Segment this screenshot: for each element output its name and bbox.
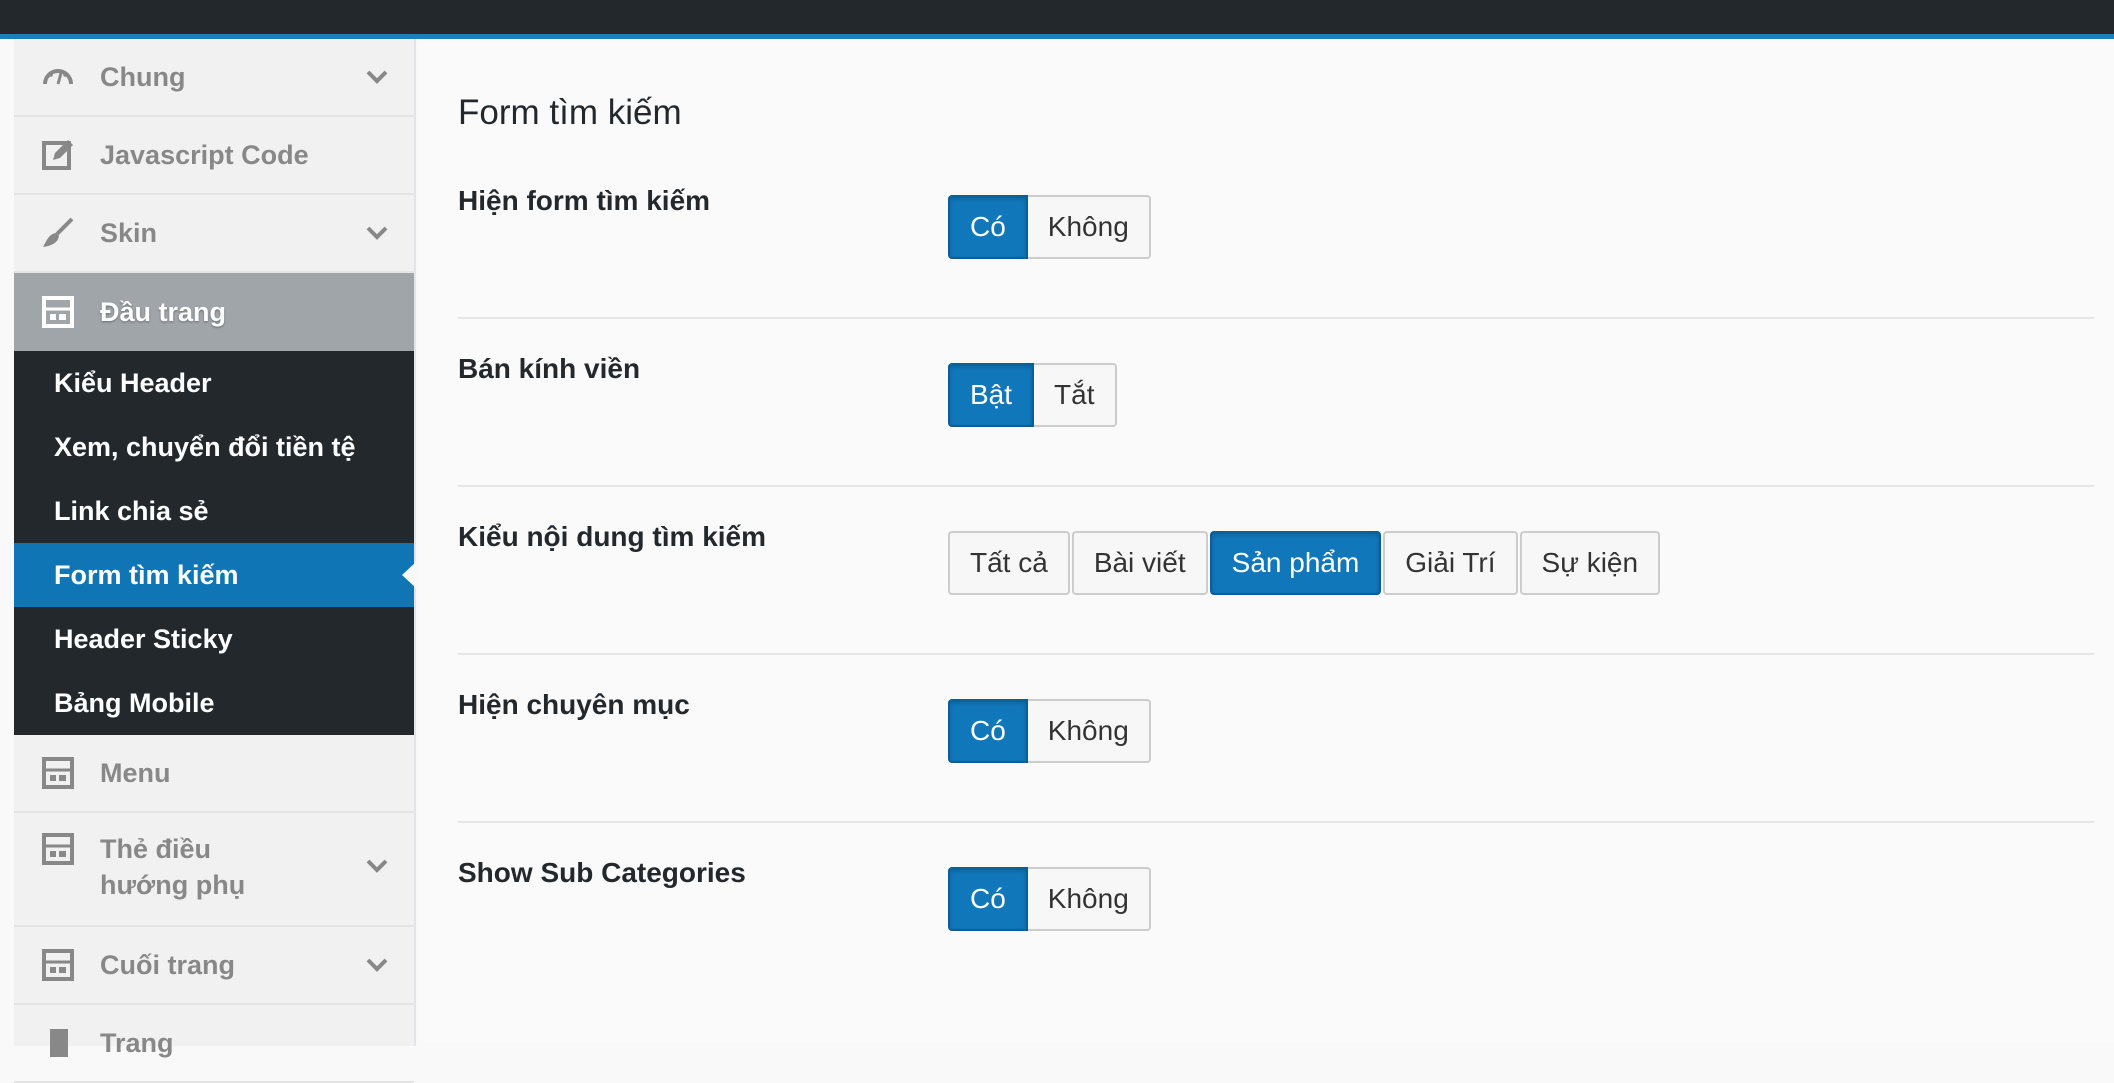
submenu-item-mobile-panel[interactable]: Bảng Mobile <box>14 671 414 735</box>
chevron-down-icon[interactable] <box>362 218 392 248</box>
sidebar-item-label: Chung <box>100 62 186 92</box>
layout-icon <box>40 294 76 330</box>
option-button-khong[interactable]: Không <box>1027 195 1151 259</box>
option-button-tat[interactable]: Tắt <box>1034 363 1117 427</box>
setting-label: Show Sub Categories <box>458 857 746 888</box>
option-button-co[interactable]: Có <box>948 699 1028 763</box>
submenu-item-kieu-header[interactable]: Kiểu Header <box>14 351 414 415</box>
sidebar: Chung Javascript Code Skin Đầu trang Kiể… <box>14 39 416 1083</box>
setting-row-border-radius: Bán kính viền Bật Tắt <box>458 319 2094 487</box>
sidebar-item-label: Thẻ điều hướng phụ <box>100 834 246 900</box>
sidebar-submenu: Kiểu Header Xem, chuyển đổi tiền tệ Link… <box>14 351 416 735</box>
sidebar-item-skin[interactable]: Skin <box>14 195 414 273</box>
admin-top-bar <box>0 0 2114 34</box>
layout-icon <box>40 755 76 791</box>
sidebar-item-footer[interactable]: Cuối trang <box>14 927 414 1005</box>
option-button-su-kien[interactable]: Sự kiện <box>1519 531 1661 595</box>
option-button-bai-viet[interactable]: Bài viết <box>1071 531 1208 595</box>
setting-row-show-sub-categories: Show Sub Categories Có Không <box>458 823 2094 991</box>
setting-row-show-categories: Hiện chuyên mục Có Không <box>458 655 2094 823</box>
option-button-san-pham[interactable]: Sản phẩm <box>1209 531 1382 595</box>
sidebar-item-trang[interactable]: Trang <box>14 1005 414 1083</box>
toggle-group: Có Không <box>948 699 1151 763</box>
sidebar-item-label: Cuối trang <box>100 950 235 980</box>
chevron-down-icon[interactable] <box>362 950 392 980</box>
toggle-group: Bật Tắt <box>948 363 1117 427</box>
brush-icon <box>40 215 76 251</box>
main-content: Form tìm kiếm Hiện form tìm kiếm Có Khôn… <box>418 39 2114 1046</box>
sidebar-item-label: Skin <box>100 218 158 248</box>
submenu-item-header-sticky[interactable]: Header Sticky <box>14 607 414 671</box>
submenu-item-share-link[interactable]: Link chia sẻ <box>14 479 414 543</box>
sidebar-item-dau-trang[interactable]: Đầu trang <box>14 273 414 351</box>
toggle-group: Có Không <box>948 195 1151 259</box>
chevron-down-icon[interactable] <box>362 62 392 92</box>
sidebar-item-label: Trang <box>100 1028 174 1058</box>
setting-row-search-content-type: Kiểu nội dung tìm kiếm Tất cả Bài viết S… <box>458 487 2094 655</box>
page-icon <box>40 1025 76 1061</box>
submenu-item-search-form[interactable]: Form tìm kiếm <box>14 543 416 607</box>
sidebar-item-javascript-code[interactable]: Javascript Code <box>14 117 414 195</box>
chevron-down-icon[interactable] <box>362 851 392 881</box>
dashboard-icon <box>40 59 76 95</box>
option-button-bat[interactable]: Bật <box>948 363 1035 427</box>
sidebar-item-label: Đầu trang <box>100 297 227 327</box>
sidebar-item-menu[interactable]: Menu <box>14 735 414 813</box>
setting-label: Hiện form tìm kiếm <box>458 185 711 216</box>
option-button-giai-tri[interactable]: Giải Trí <box>1383 531 1518 595</box>
option-button-khong[interactable]: Không <box>1027 867 1151 931</box>
layout-icon <box>40 831 76 867</box>
sidebar-item-label: Menu <box>100 758 171 788</box>
setting-label: Bán kính viền <box>458 353 641 384</box>
sidebar-item-label: Javascript Code <box>100 140 309 170</box>
setting-label: Kiểu nội dung tìm kiếm <box>458 521 767 552</box>
edit-icon <box>40 137 76 173</box>
option-button-tat-ca[interactable]: Tất cả <box>948 531 1070 595</box>
setting-label: Hiện chuyên mục <box>458 689 690 720</box>
option-button-khong[interactable]: Không <box>1027 699 1151 763</box>
option-button-co[interactable]: Có <box>948 867 1028 931</box>
page-title: Form tìm kiếm <box>458 93 682 132</box>
layout-icon <box>40 947 76 983</box>
option-button-co[interactable]: Có <box>948 195 1028 259</box>
option-group: Tất cả Bài viết Sản phẩm Giải Trí Sự kiệ… <box>948 531 1662 595</box>
toggle-group: Có Không <box>948 867 1151 931</box>
sidebar-item-secondary-nav[interactable]: Thẻ điều hướng phụ <box>14 813 414 927</box>
sidebar-item-chung[interactable]: Chung <box>14 39 414 117</box>
submenu-item-currency[interactable]: Xem, chuyển đổi tiền tệ <box>14 415 414 479</box>
setting-row-show-search-form: Hiện form tìm kiếm Có Không <box>458 151 2094 319</box>
